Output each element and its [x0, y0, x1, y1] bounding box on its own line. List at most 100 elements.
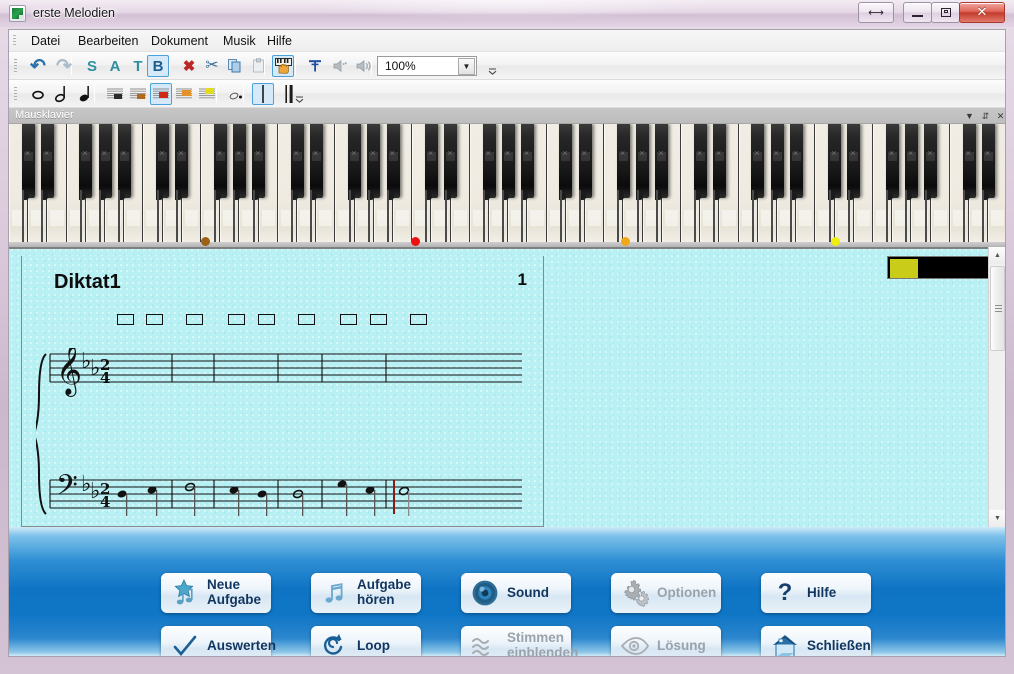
whole-note-button[interactable]	[27, 83, 49, 105]
piano-black-key[interactable]	[559, 124, 572, 198]
mouse-piano[interactable]	[9, 124, 1006, 247]
hilfe-button[interactable]: ? Hilfe	[761, 573, 871, 613]
piano-black-key[interactable]	[655, 124, 668, 198]
chevron-down-icon[interactable]: ▼	[458, 58, 475, 75]
piano-black-key[interactable]	[233, 124, 246, 198]
piano-black-key[interactable]	[425, 124, 438, 198]
piano-black-key[interactable]	[348, 124, 361, 198]
half-note-button[interactable]	[51, 83, 73, 105]
toolbar-grip[interactable]	[14, 59, 17, 73]
resize-button[interactable]: ⟷	[858, 2, 894, 23]
piano-black-key[interactable]	[790, 124, 803, 198]
piano-black-key[interactable]	[521, 124, 534, 198]
volume-button[interactable]	[353, 55, 375, 77]
answer-box[interactable]	[146, 314, 163, 325]
scroll-down-button[interactable]: ▼	[989, 510, 1006, 527]
bass-voice-button[interactable]: B	[147, 55, 169, 77]
close-button[interactable]: ✕	[959, 2, 1005, 23]
score-page[interactable]: Diktat1 1	[21, 256, 544, 527]
stimmen-einblenden-button[interactable]: Stimmen einblenden	[461, 626, 571, 657]
piano-black-key[interactable]	[963, 124, 976, 198]
zoom-combobox[interactable]: 100% ▼	[377, 56, 477, 76]
piano-black-key[interactable]	[41, 124, 54, 198]
piano-black-key[interactable]	[579, 124, 592, 198]
paste-button[interactable]	[248, 55, 270, 77]
answer-box[interactable]	[117, 314, 134, 325]
piano-black-key[interactable]	[118, 124, 131, 198]
mute-button[interactable]	[330, 55, 352, 77]
neue-aufgabe-button[interactable]: Neue Aufgabe	[161, 573, 271, 613]
menu-grip[interactable]	[13, 35, 16, 47]
scroll-up-button[interactable]: ▲	[989, 247, 1006, 264]
tenor-voice-button[interactable]: T	[127, 55, 149, 77]
menu-item-dokument[interactable]: Dokument	[143, 30, 216, 52]
piano-black-key[interactable]	[387, 124, 400, 198]
scrollbar-thumb[interactable]	[990, 266, 1005, 351]
toolbar-overflow-button[interactable]	[487, 54, 498, 78]
cut-button[interactable]: ✂	[201, 55, 223, 77]
answer-box[interactable]	[370, 314, 387, 325]
loesung-button[interactable]: Lösung	[611, 626, 721, 657]
voice-layer-4-button[interactable]	[173, 83, 195, 105]
dotted-note-button[interactable]	[225, 83, 247, 105]
toolbar-grip[interactable]	[14, 87, 17, 101]
piano-black-key[interactable]	[502, 124, 515, 198]
aufgabe-hoeren-button[interactable]: Aufgabe hören	[311, 573, 421, 613]
toolbar-overflow-button-2[interactable]	[294, 82, 305, 106]
answer-box[interactable]	[298, 314, 315, 325]
answer-box[interactable]	[410, 314, 427, 325]
piano-black-key[interactable]	[99, 124, 112, 198]
piano-black-key[interactable]	[751, 124, 764, 198]
piano-black-key[interactable]	[828, 124, 841, 198]
piano-black-key[interactable]	[79, 124, 92, 198]
menu-item-musik[interactable]: Musik	[215, 30, 264, 52]
dock-dropdown-button[interactable]: ▼	[963, 109, 976, 123]
dock-close-button[interactable]: ✕	[994, 109, 1006, 123]
piano-black-key[interactable]	[367, 124, 380, 198]
undo-button[interactable]: ↶	[27, 55, 49, 77]
piano-black-key[interactable]	[214, 124, 227, 198]
voice-layer-3-button[interactable]	[150, 83, 172, 105]
piano-black-key[interactable]	[847, 124, 860, 198]
piano-black-key[interactable]	[483, 124, 496, 198]
piano-black-key[interactable]	[636, 124, 649, 198]
piano-black-key[interactable]	[252, 124, 265, 198]
schliessen-button[interactable]: Schließen	[761, 626, 871, 657]
piano-black-key[interactable]	[291, 124, 304, 198]
piano-black-key[interactable]	[156, 124, 169, 198]
loop-button[interactable]: Loop	[311, 626, 421, 657]
mouse-piano-button[interactable]	[272, 55, 294, 77]
answer-box[interactable]	[340, 314, 357, 325]
menu-item-datei[interactable]: Datei	[23, 30, 68, 52]
piano-black-key[interactable]	[310, 124, 323, 198]
piano-black-key[interactable]	[771, 124, 784, 198]
menu-item-hilfe[interactable]: Hilfe	[259, 30, 300, 52]
soprano-voice-button[interactable]: S	[81, 55, 103, 77]
piano-black-key[interactable]	[617, 124, 630, 198]
voice-layer-5-button[interactable]	[196, 83, 218, 105]
alto-voice-button[interactable]: A	[104, 55, 126, 77]
piano-black-key[interactable]	[444, 124, 457, 198]
score-viewport[interactable]: Diktat1 1	[9, 247, 1006, 527]
filter-button[interactable]	[304, 55, 326, 77]
piano-black-key[interactable]	[924, 124, 937, 198]
piano-black-key[interactable]	[694, 124, 707, 198]
quarter-note-button[interactable]	[75, 83, 97, 105]
piano-black-key[interactable]	[175, 124, 188, 198]
optionen-button[interactable]: Optionen	[611, 573, 721, 613]
minimize-button[interactable]	[903, 2, 932, 23]
voice-layer-2-button[interactable]	[127, 83, 149, 105]
answer-box[interactable]	[258, 314, 275, 325]
piano-black-key[interactable]	[22, 124, 35, 198]
redo-button[interactable]: ↷	[53, 55, 75, 77]
barline-single-button[interactable]	[252, 83, 274, 105]
score-vertical-scrollbar[interactable]: ▲ ▼	[988, 247, 1005, 527]
answer-box[interactable]	[186, 314, 203, 325]
voice-layer-1-button[interactable]	[104, 83, 126, 105]
sound-button[interactable]: Sound	[461, 573, 571, 613]
answer-box[interactable]	[228, 314, 245, 325]
auswerten-button[interactable]: Auswerten	[161, 626, 271, 657]
dock-pin-button[interactable]: ⇵	[979, 109, 992, 123]
copy-button[interactable]	[224, 55, 246, 77]
maximize-button[interactable]	[931, 2, 960, 23]
